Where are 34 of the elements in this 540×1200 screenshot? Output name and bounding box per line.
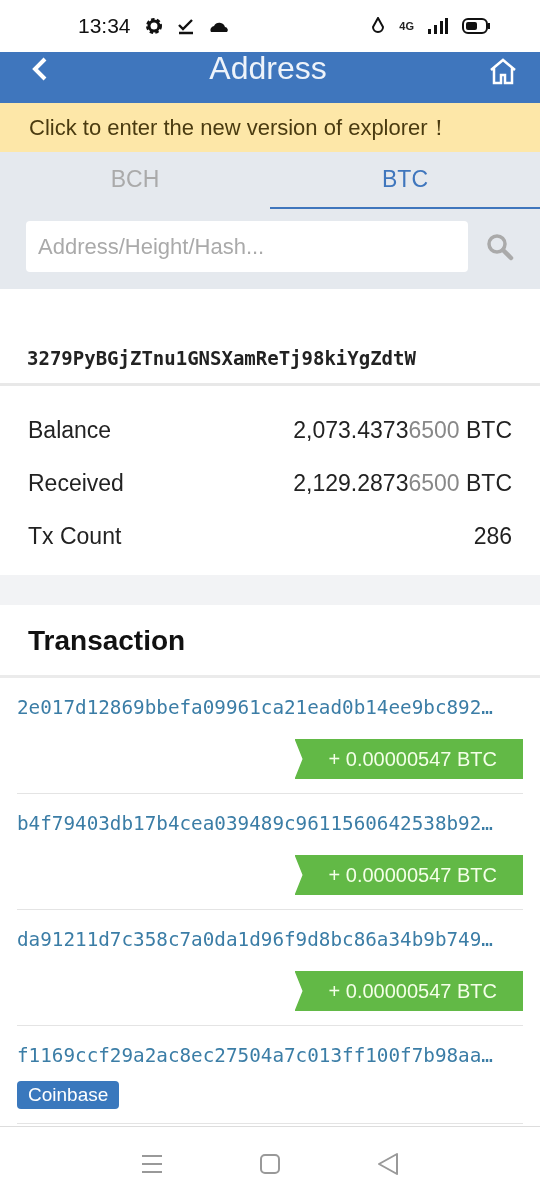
stat-label: Balance xyxy=(28,417,112,444)
menu-icon[interactable] xyxy=(141,1153,163,1174)
stat-value: 286 xyxy=(473,523,512,550)
home-icon[interactable] xyxy=(488,56,518,85)
battery-icon xyxy=(462,18,490,34)
coinbase-badge: Coinbase xyxy=(17,1081,120,1109)
signal-icon xyxy=(428,18,448,34)
back-icon[interactable] xyxy=(30,55,48,82)
stat-label: Received xyxy=(28,470,124,497)
amount-ribbon: + 0.00000547 BTC xyxy=(294,855,523,895)
transaction-hash-link[interactable]: 2e017d12869bbefa09961ca21ead0b14ee9bc892… xyxy=(17,696,523,719)
home-square-icon[interactable] xyxy=(259,1152,281,1175)
transaction-hash-link[interactable]: da91211d7c358c7a0da1d96f9d8bc86a34b9b749… xyxy=(17,928,523,951)
stat-label: Tx Count xyxy=(28,523,122,550)
section-title: Transaction xyxy=(28,625,186,656)
network-label: 4G xyxy=(399,20,414,32)
gear-icon xyxy=(144,17,163,35)
address-hash: 3279PyBGjZTnu1GNSXamReTj98kiYgZdtW xyxy=(27,347,416,369)
transaction-hash-link[interactable]: b4f79403db17b4cea039489c9611560642538b92… xyxy=(17,812,523,835)
search-icon[interactable] xyxy=(486,232,514,261)
stat-value: 2,129.28736500 BTC xyxy=(293,470,512,497)
amount-ribbon: + 0.00000547 BTC xyxy=(294,971,523,1011)
banner-text[interactable]: Click to enter the new version of explorer！ xyxy=(29,112,450,143)
page-title: Address xyxy=(209,52,327,87)
cloud-icon xyxy=(208,20,229,32)
check-icon xyxy=(176,17,195,35)
status-time: 13:34 xyxy=(78,14,131,38)
search-field[interactable]: Address/Height/Hash... xyxy=(26,221,468,272)
drop-icon xyxy=(371,17,386,35)
back-triangle-icon[interactable] xyxy=(377,1151,399,1176)
update-banner[interactable]: Click to enter the new version of explorer！ xyxy=(0,103,540,152)
transaction-hash-link[interactable]: f1169ccf29a2ac8ec27504a7c013ff100f7b98aa… xyxy=(17,1044,523,1067)
amount-ribbon: + 0.00000547 BTC xyxy=(294,739,523,779)
stat-value: 2,073.43736500 BTC xyxy=(293,417,512,444)
